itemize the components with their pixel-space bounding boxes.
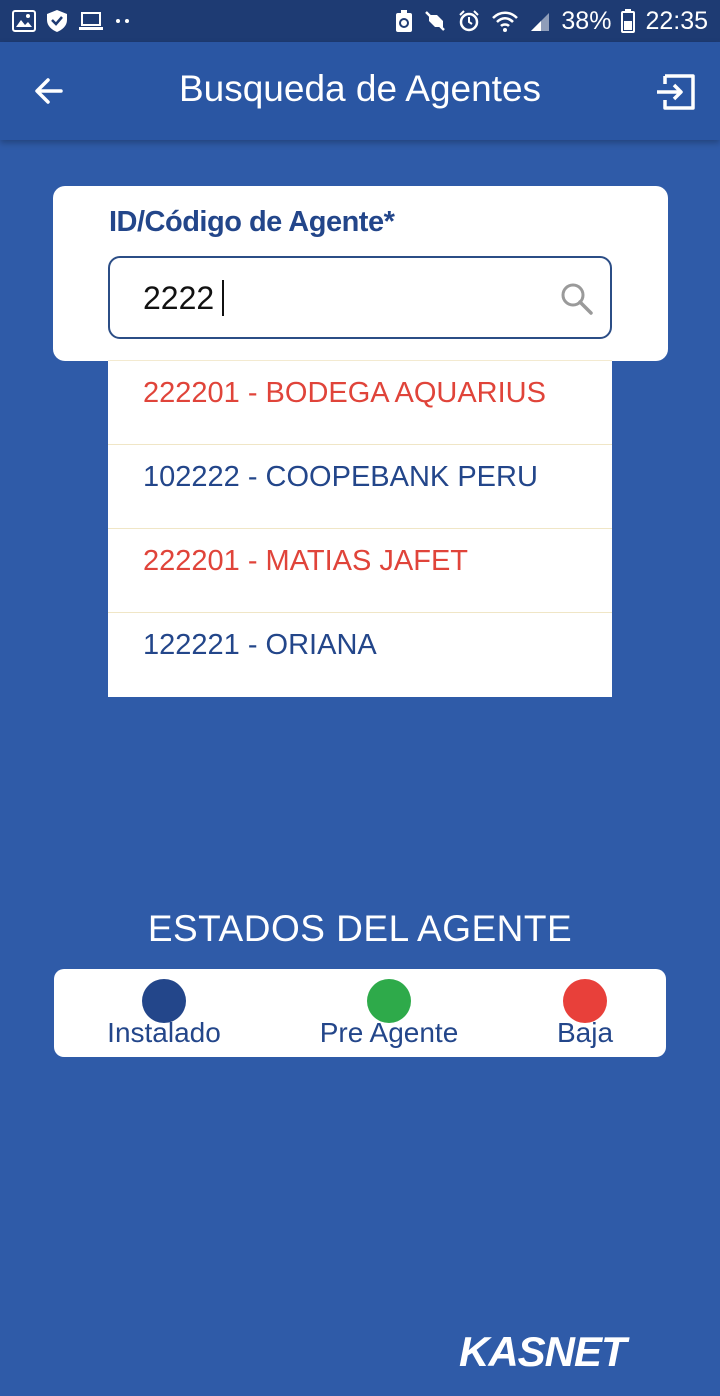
result-item-2[interactable]: 102222 - COOPEBANK PERU xyxy=(108,444,612,528)
result-item-label: 122221 - ORIANA xyxy=(143,629,377,661)
agent-id-label: ID/Código de Agente* xyxy=(109,206,395,238)
shield-icon xyxy=(46,9,68,33)
result-item-label: 222201 - MATIAS JAFET xyxy=(143,545,469,577)
clock: 22:35 xyxy=(645,6,708,35)
estados-title: ESTADOS DEL AGENTE xyxy=(147,908,573,949)
recycle-icon xyxy=(395,9,413,33)
legend-label: Pre Agente xyxy=(319,1017,459,1048)
status-bar: 38% 22:35 xyxy=(0,0,720,42)
legend-label: Baja xyxy=(556,1017,614,1048)
legend-label: Instalado xyxy=(107,1017,221,1048)
app-bar: Busqueda de Agentes xyxy=(0,42,720,140)
logout-button[interactable] xyxy=(652,68,700,116)
kasnet-logo-text: KASNET xyxy=(459,1328,630,1372)
laptop-icon xyxy=(78,10,104,32)
status-legend: Instalado Pre Agente Baja xyxy=(54,969,666,1057)
page-title: Busqueda de Agentes xyxy=(178,68,542,109)
result-item-3[interactable]: 222201 - MATIAS JAFET xyxy=(108,528,612,612)
wifi-icon xyxy=(491,10,519,32)
battery-percent: 38% xyxy=(561,6,612,35)
agent-id-input[interactable] xyxy=(143,272,543,324)
search-box[interactable] xyxy=(108,256,612,339)
status-bar-right: 38% 22:35 xyxy=(395,7,708,36)
text-caret xyxy=(222,280,224,316)
alarm-icon xyxy=(457,9,481,33)
battery-icon xyxy=(621,9,636,33)
status-bar-left xyxy=(12,9,132,33)
dots-icon xyxy=(114,16,132,26)
result-item-label: 222201 - BODEGA AQUARIUS xyxy=(143,377,546,409)
search-card: ID/Código de Agente* xyxy=(53,186,668,361)
logout-icon xyxy=(657,74,695,110)
mute-icon xyxy=(423,9,447,33)
image-icon xyxy=(12,10,36,32)
results-dropdown: 222201 - BODEGA AQUARIUS 102222 - COOPEB… xyxy=(108,360,612,697)
search-icon[interactable] xyxy=(560,282,594,316)
result-item-4[interactable]: 122221 - ORIANA xyxy=(108,612,612,696)
result-item-label: 102222 - COOPEBANK PERU xyxy=(143,461,538,493)
signal-icon xyxy=(529,10,551,32)
kasnet-logo: KASNET xyxy=(459,1328,631,1372)
result-item-1[interactable]: 222201 - BODEGA AQUARIUS xyxy=(108,360,612,444)
